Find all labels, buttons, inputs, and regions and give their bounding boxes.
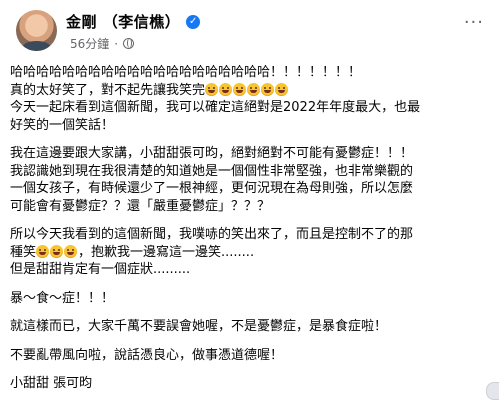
laughing-emoji-icon [50,244,64,258]
chat-head-avatar[interactable] [486,382,499,400]
post-line: 不要亂帶風向啦，說話憑良心，做事憑道德喔！ [10,347,284,363]
author-avatar[interactable] [16,10,57,51]
more-options-icon[interactable]: ··· [464,14,484,32]
post-line: 但是甜甜肯定有一個症狀......... [10,262,191,277]
post-line: 我在這邊要跟大家講，小甜甜張可昀，絕對絕對不可能有憂鬱症！！！ [10,146,414,161]
post-line: 哈哈哈哈哈哈哈哈哈哈哈哈哈哈哈哈哈哈哈哈！！！！！！！ [10,65,362,80]
post-timestamp[interactable]: 56分鐘 [70,35,109,52]
post-line: 一個女孩子，有時候還少了一根神經，更何況現在為母則強，所以怎麼 [10,181,414,196]
post-line: 可能會有憂鬱症？？還「嚴重憂鬱症」？？？ [10,198,271,214]
post-line: 暴～食～症！！！ [10,290,115,306]
meta-separator: · [114,36,119,51]
laughing-emoji-icon [64,244,78,258]
post-header: 金剛 （李信樵） ✓ 56分鐘 · ··· [16,10,486,54]
post-line: 好笑的一個笑話！ [10,117,115,133]
author-name[interactable]: 金剛 （李信樵） [66,11,180,32]
post-line-text: 真的太好笑了，對不起先讓我笑完 [10,82,206,98]
post-line: 我認識她到現在我很清楚的知道她是一個個性非常堅強，也非常樂觀的 [10,163,414,179]
verified-badge-icon: ✓ [186,14,201,29]
laughing-emoji-icon [219,82,233,96]
laughing-emoji-icon [205,82,219,96]
post-line: 真的太好笑了，對不起先讓我笑完 [10,82,494,100]
post-line: 小甜甜 張可昀 [10,376,93,391]
post-line: 今天一起床看到這個新聞，我可以確定這絕對是2022年年度最大，也最 [10,100,421,115]
laughing-emoji-icon [275,82,289,96]
post-line: 就這樣而已，大家千萬不要誤會她喔，不是憂鬱症，是暴食症啦！ [10,319,388,334]
laughing-emoji-icon [233,82,247,96]
laughing-emoji-icon [36,244,50,258]
post-meta: 56分鐘 · [70,35,135,52]
post-line-text: ，抱歉我一邊寫這一邊笑........ [78,244,255,260]
laughing-emoji-icon [247,82,261,96]
post-line: 種笑 ，抱歉我一邊寫這一邊笑........ [10,244,494,262]
post-line-text: 種笑 [10,244,37,260]
post-body: 哈哈哈哈哈哈哈哈哈哈哈哈哈哈哈哈哈哈哈哈！！！！！！！ 真的太好笑了，對不起先讓… [10,64,494,393]
author-name-row: 金剛 （李信樵） ✓ [66,11,201,32]
post-line: 所以今天我看到的這個新聞，我噗哧的笑出來了，而且是控制不了的那 [10,227,414,242]
globe-icon[interactable] [123,38,135,49]
laughing-emoji-icon [261,82,275,96]
